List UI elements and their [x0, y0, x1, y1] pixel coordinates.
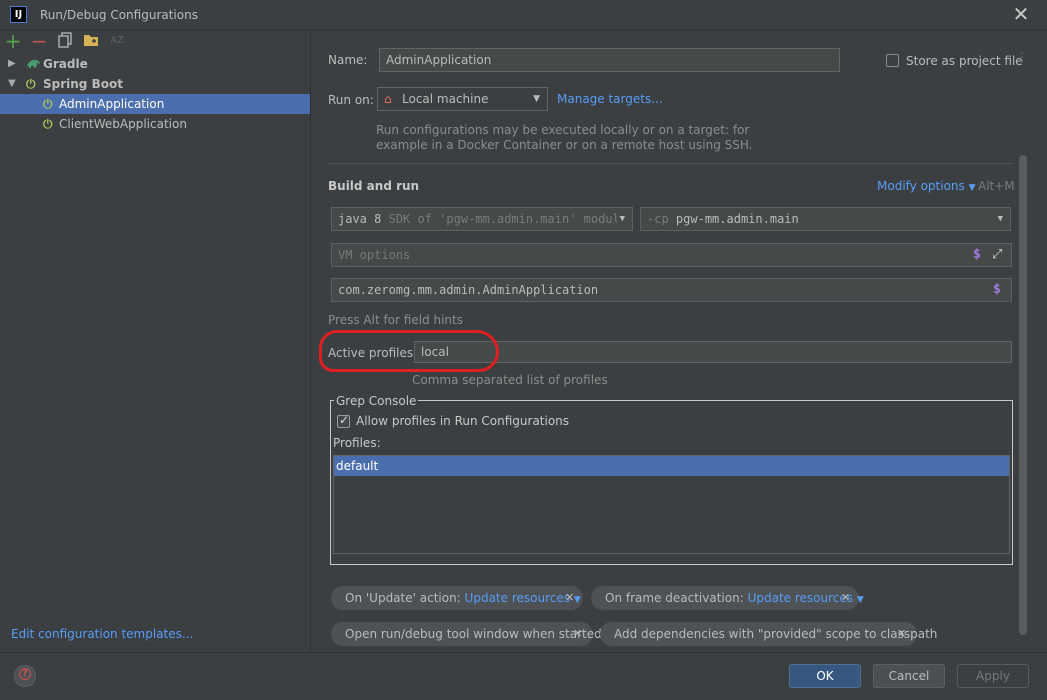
close-window-button[interactable]: ✕	[1011, 3, 1031, 25]
copy-configuration-button[interactable]	[56, 32, 74, 50]
home-icon: ⌂	[384, 92, 392, 106]
intellij-logo-icon: IJ	[10, 6, 27, 23]
close-icon[interactable]: ✕	[841, 586, 850, 610]
name-label: Name:	[328, 53, 368, 67]
modify-options-shortcut: Alt+M	[978, 179, 1015, 193]
vm-options-input[interactable]: VM options $ ⤢	[331, 243, 1012, 267]
sort-configurations-button[interactable]: AZ	[108, 32, 126, 50]
vm-options-placeholder: VM options	[338, 248, 411, 262]
active-profiles-input[interactable]: local	[414, 341, 1012, 363]
build-and-run-heading: Build and run	[328, 179, 420, 193]
frame-deactivation-chip[interactable]: On frame deactivation: Update resources …	[591, 586, 864, 610]
jdk-description: SDK of 'pgw-mm.admin.main' modul	[388, 212, 620, 226]
run-on-description-line-1: Run configurations may be executed local…	[376, 123, 750, 137]
profiles-list-label: Profiles:	[333, 436, 381, 450]
jdk-dropdown[interactable]: java 8 SDK of 'pgw-mm.admin.main' modul …	[331, 207, 633, 231]
jdk-value: java 8	[338, 212, 382, 226]
add-configuration-button[interactable]: +	[4, 31, 22, 51]
run-on-value: Local machine	[402, 92, 489, 106]
classpath-prefix: -cp	[647, 212, 669, 226]
update-action-label: On 'Update' action:	[345, 591, 461, 605]
section-separator	[328, 163, 1014, 164]
macro-dollar-icon[interactable]: $	[973, 244, 981, 266]
close-icon[interactable]: ✕	[573, 622, 582, 646]
open-tool-window-label: Open run/debug tool window when started	[345, 627, 602, 641]
run-on-label: Run on:	[328, 93, 374, 107]
classpath-module-dropdown[interactable]: -cp pgw-mm.admin.main ▼	[640, 207, 1011, 231]
modify-options-label: Modify options	[877, 179, 965, 193]
close-icon[interactable]: ✕	[565, 586, 574, 610]
tree-item-admin-application[interactable]: ⏻ AdminApplication	[0, 94, 310, 114]
tree-node-gradle-label: Gradle	[43, 57, 88, 71]
move-into-folder-button[interactable]	[82, 32, 100, 50]
store-as-project-file-label: Store as project file	[906, 54, 1023, 68]
apply-button[interactable]: Apply	[957, 664, 1029, 688]
spring-boot-power-icon: ⏻	[43, 117, 53, 131]
help-icon: ?	[19, 668, 31, 680]
tree-node-spring-boot[interactable]: ▼ ⏻ Spring Boot	[0, 74, 310, 94]
update-action-chip[interactable]: On 'Update' action: Update resources ▼ ✕	[331, 586, 583, 610]
spring-boot-power-icon: ⏻	[26, 77, 36, 91]
modify-options-link[interactable]: Modify options ▼	[877, 179, 976, 193]
main-class-input[interactable]: com.zeromg.mm.admin.AdminApplication $	[331, 278, 1012, 302]
close-icon[interactable]: ✕	[897, 622, 906, 646]
red-highlight-annotation	[319, 330, 499, 372]
manage-targets-link[interactable]: Manage targets...	[557, 92, 663, 106]
run-on-description-line-2: example in a Docker Container or on a re…	[376, 138, 753, 152]
frame-deactivation-value[interactable]: Update resources	[748, 591, 853, 605]
chevron-down-icon: ▼	[997, 214, 1003, 224]
chevron-down-icon: ▼	[8, 78, 16, 89]
allow-profiles-label: Allow profiles in Run Configurations	[356, 414, 570, 428]
tree-item-label: AdminApplication	[59, 97, 165, 111]
chevron-right-icon: ▶	[8, 58, 16, 69]
grep-console-title: Grep Console	[334, 394, 419, 408]
name-input[interactable]: AdminApplication	[379, 48, 840, 72]
profiles-hint: Comma separated list of profiles	[412, 373, 608, 387]
provided-scope-label: Add dependencies with "provided" scope t…	[614, 627, 938, 641]
profiles-list-item[interactable]: default	[334, 456, 1009, 476]
run-on-dropdown[interactable]: ⌂ Local machine ▼	[377, 87, 548, 111]
provided-scope-chip[interactable]: Add dependencies with "provided" scope t…	[600, 622, 937, 646]
cancel-button[interactable]: Cancel	[873, 664, 945, 688]
vertical-scrollbar[interactable]	[1019, 155, 1027, 635]
more-vertical-icon[interactable]: ⋮	[1016, 50, 1028, 64]
chevron-down-icon: ▼	[616, 208, 625, 230]
window-title: Run/Debug Configurations	[40, 8, 198, 22]
alt-field-hints: Press Alt for field hints	[328, 313, 463, 327]
store-as-project-file-checkbox[interactable]	[886, 54, 899, 67]
ok-button[interactable]: OK	[789, 664, 861, 688]
tree-item-client-web-application[interactable]: ⏻ ClientWebApplication	[0, 114, 310, 134]
chevron-down-icon: ▼	[533, 94, 540, 104]
macro-dollar-icon[interactable]: $	[993, 279, 1001, 301]
chevron-down-icon: ▼	[968, 183, 976, 193]
main-class-value: com.zeromg.mm.admin.AdminApplication	[338, 283, 599, 297]
copy-icon	[58, 32, 72, 48]
help-button[interactable]: ?	[14, 665, 36, 687]
classpath-value: pgw-mm.admin.main	[675, 212, 799, 226]
update-action-value[interactable]: Update resources	[465, 591, 570, 605]
expand-icon[interactable]: ⤢	[992, 244, 1002, 266]
tree-item-label: ClientWebApplication	[59, 117, 187, 131]
spring-boot-power-icon: ⏻	[43, 97, 53, 111]
chevron-down-icon: ▼	[573, 595, 581, 605]
allow-profiles-checkbox[interactable]	[337, 413, 350, 428]
open-tool-window-chip[interactable]: Open run/debug tool window when started …	[331, 622, 602, 646]
frame-deactivation-label: On frame deactivation:	[605, 591, 744, 605]
chevron-down-icon: ▼	[856, 595, 864, 605]
edit-configuration-templates-link[interactable]: Edit configuration templates...	[11, 627, 193, 641]
remove-configuration-button[interactable]: −	[30, 31, 48, 51]
tree-node-spring-boot-label: Spring Boot	[43, 77, 123, 91]
folder-icon	[84, 35, 98, 46]
tree-node-gradle[interactable]: ▶ Gradle	[0, 54, 310, 74]
